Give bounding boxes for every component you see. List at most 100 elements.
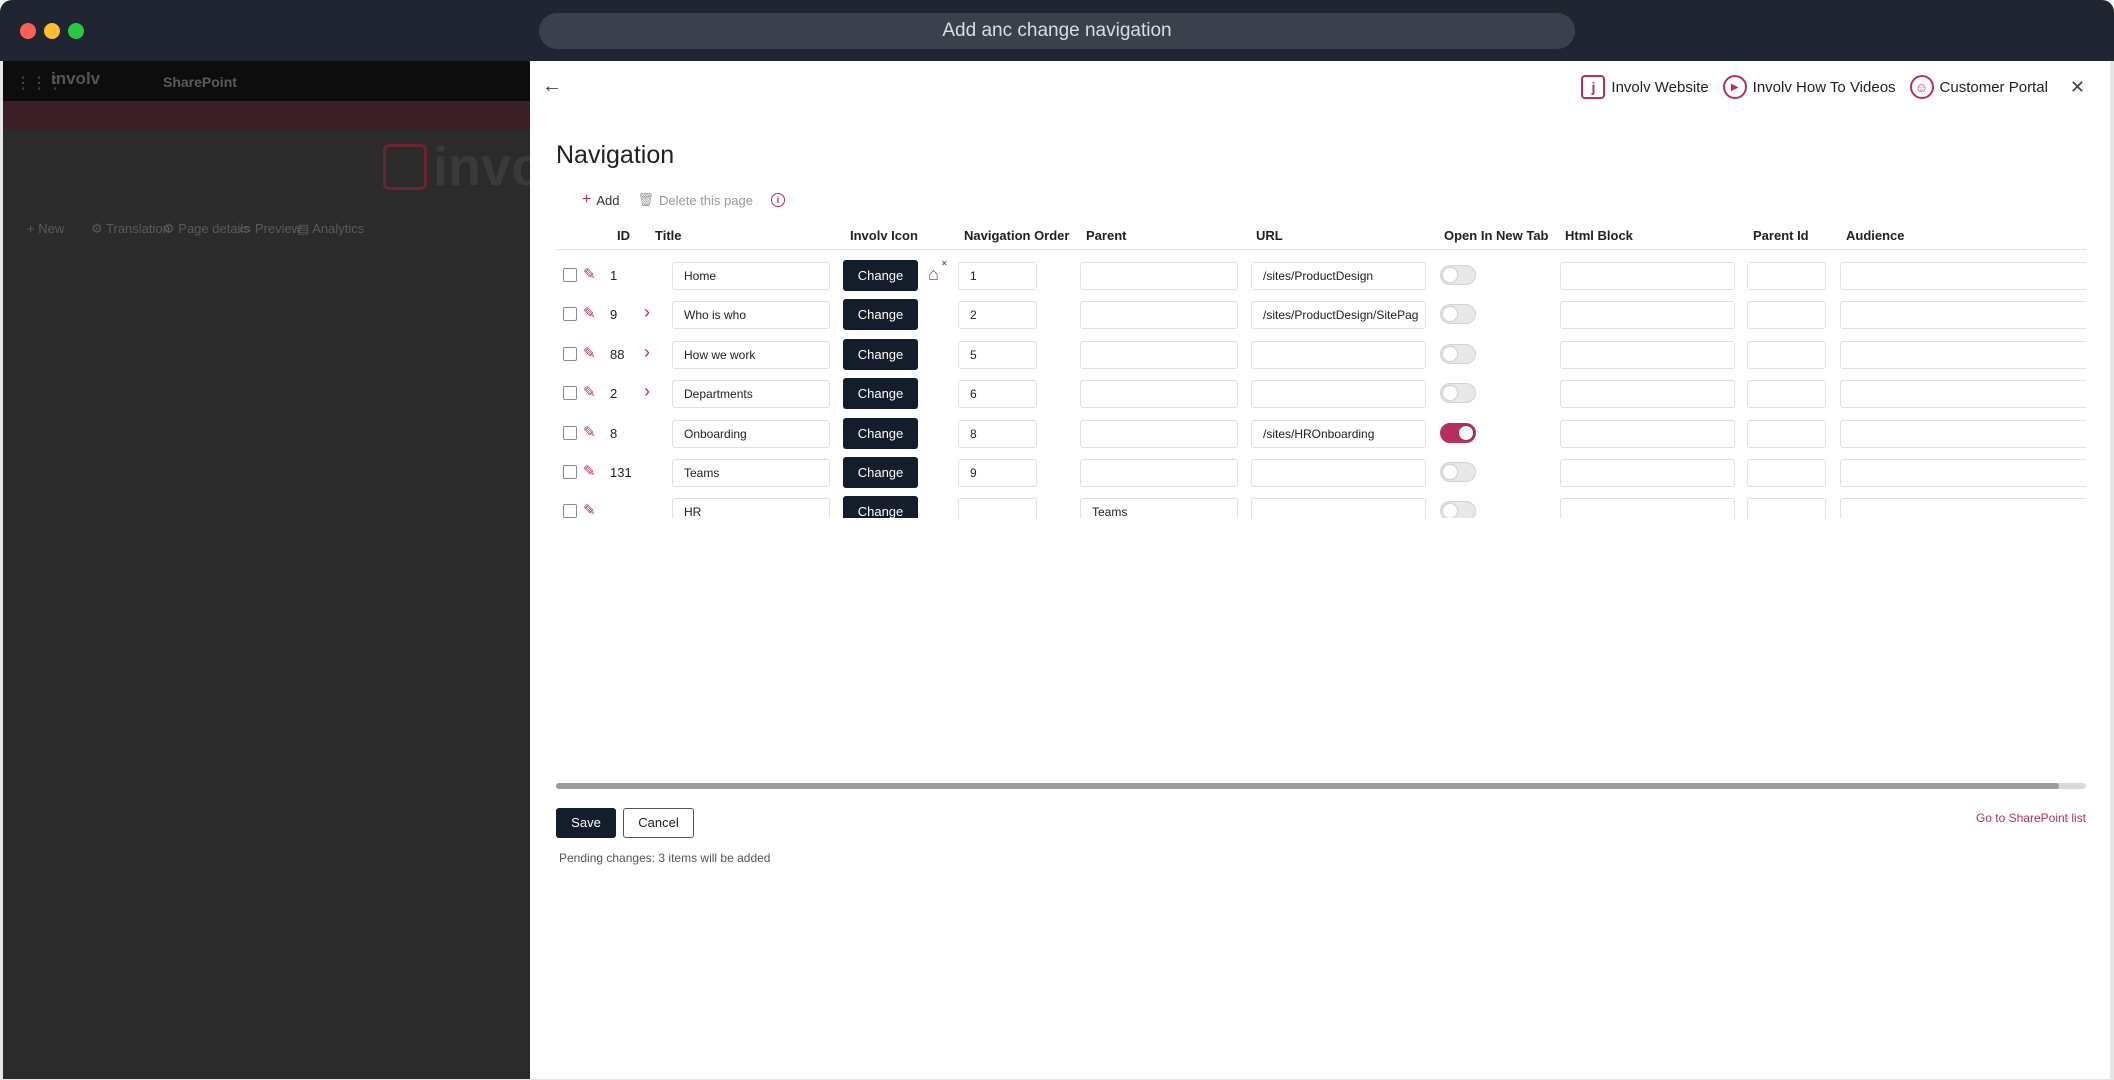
title-input[interactable]: HR xyxy=(672,498,830,518)
title-input[interactable]: Onboarding xyxy=(672,419,830,448)
remove-icon[interactable]: ✕ xyxy=(941,259,948,268)
title-input[interactable]: Departments xyxy=(672,380,830,409)
change-icon-button[interactable]: Change xyxy=(843,299,918,331)
row-checkbox[interactable] xyxy=(563,504,577,518)
audience-input[interactable] xyxy=(1840,459,2086,487)
open-new-tab-toggle[interactable] xyxy=(1440,422,1476,443)
table-row[interactable]: ✎ 1 Home Change ⌂ ✕ 1/sites/ProductDesign xyxy=(556,256,2086,295)
row-checkbox[interactable] xyxy=(563,346,577,361)
url-input[interactable]: /sites/ProductDesign xyxy=(1251,262,1426,290)
row-checkbox[interactable] xyxy=(563,425,577,440)
url-input[interactable] xyxy=(1251,380,1426,409)
html-block-input[interactable] xyxy=(1560,498,1735,518)
scrollbar-thumb[interactable] xyxy=(556,783,2059,789)
edit-icon[interactable]: ✎ xyxy=(583,383,596,401)
title-input[interactable]: Teams xyxy=(672,459,830,487)
html-block-input[interactable] xyxy=(1560,340,1735,369)
zoom-window-button[interactable] xyxy=(68,23,84,39)
parent-id-input[interactable] xyxy=(1747,419,1826,448)
customer-portal-link[interactable]: ☺ Customer Portal xyxy=(1909,75,2048,99)
edit-icon[interactable]: ✎ xyxy=(583,304,596,322)
open-new-tab-toggle[interactable] xyxy=(1440,304,1476,325)
save-button[interactable]: Save xyxy=(556,808,616,838)
table-row[interactable]: ✎ 8 Onboarding Change 8/sites/HROnboarding xyxy=(556,414,2086,453)
parent-id-input[interactable] xyxy=(1747,459,1826,487)
open-new-tab-toggle[interactable] xyxy=(1440,265,1476,285)
url-input[interactable] xyxy=(1251,498,1426,518)
add-button[interactable]: + Add xyxy=(582,191,619,209)
address-bar[interactable]: Add anc change navigation xyxy=(539,13,1575,49)
change-icon-button[interactable]: Change xyxy=(843,260,918,291)
chevron-right-icon[interactable]: › xyxy=(644,381,650,402)
navigation-order-input[interactable]: 2 xyxy=(958,301,1037,330)
parent-id-input[interactable] xyxy=(1747,301,1826,330)
open-new-tab-toggle[interactable] xyxy=(1440,462,1476,482)
open-new-tab-toggle[interactable] xyxy=(1440,343,1476,364)
parent-id-input[interactable] xyxy=(1747,498,1826,518)
change-icon-button[interactable]: Change xyxy=(843,378,918,410)
audience-input[interactable] xyxy=(1840,340,2086,369)
navigation-order-input[interactable]: 5 xyxy=(958,340,1037,369)
edit-icon[interactable]: ✎ xyxy=(583,423,596,441)
navigation-order-input[interactable] xyxy=(958,498,1037,518)
parent-input[interactable] xyxy=(1080,419,1238,448)
audience-input[interactable] xyxy=(1840,262,2086,290)
html-block-input[interactable] xyxy=(1560,459,1735,487)
close-icon[interactable]: ✕ xyxy=(2070,77,2085,98)
edit-icon[interactable]: ✎ xyxy=(583,265,596,283)
go-to-sharepoint-list-link[interactable]: Go to SharePoint list xyxy=(1976,811,2086,825)
parent-input[interactable]: Teams xyxy=(1080,498,1238,518)
row-checkbox[interactable] xyxy=(563,386,577,401)
chevron-right-icon[interactable]: › xyxy=(644,302,650,323)
back-arrow-icon[interactable]: ← xyxy=(542,75,562,98)
title-input[interactable]: How we work xyxy=(672,340,830,369)
url-input[interactable]: /sites/HROnboarding xyxy=(1251,419,1426,448)
change-icon-button[interactable]: Change xyxy=(843,496,918,518)
navigation-order-input[interactable]: 1 xyxy=(958,262,1037,290)
how-to-videos-link[interactable]: ▶ Involv How To Videos xyxy=(1722,75,1896,99)
row-checkbox[interactable] xyxy=(563,465,577,479)
parent-input[interactable] xyxy=(1080,262,1238,290)
audience-input[interactable] xyxy=(1840,498,2086,518)
table-row[interactable]: ✎ HR Change Teams xyxy=(556,492,2086,518)
change-icon-button[interactable]: Change xyxy=(843,457,918,488)
parent-id-input[interactable] xyxy=(1747,380,1826,409)
cancel-button[interactable]: Cancel xyxy=(623,808,694,838)
navigation-order-input[interactable]: 9 xyxy=(958,459,1037,487)
html-block-input[interactable] xyxy=(1560,262,1735,290)
chevron-right-icon[interactable]: › xyxy=(644,342,650,363)
html-block-input[interactable] xyxy=(1560,380,1735,409)
url-input[interactable] xyxy=(1251,340,1426,369)
table-row[interactable]: ✎ 131 Teams Change 9 xyxy=(556,453,2086,492)
audience-input[interactable] xyxy=(1840,419,2086,448)
url-input[interactable]: /sites/ProductDesign/SitePag xyxy=(1251,301,1426,330)
parent-input[interactable] xyxy=(1080,301,1238,330)
parent-id-input[interactable] xyxy=(1747,262,1826,290)
html-block-input[interactable] xyxy=(1560,301,1735,330)
open-new-tab-toggle[interactable] xyxy=(1440,383,1476,404)
edit-icon[interactable]: ✎ xyxy=(583,344,596,362)
close-window-button[interactable] xyxy=(20,23,36,39)
open-new-tab-toggle[interactable] xyxy=(1440,501,1476,518)
table-row[interactable]: ✎ 9 › Who is who Change 2/sites/ProductDesign… xyxy=(556,295,2086,334)
change-icon-button[interactable]: Change xyxy=(843,417,918,449)
edit-icon[interactable]: ✎ xyxy=(583,501,596,518)
navigation-order-input[interactable]: 8 xyxy=(958,419,1037,448)
url-input[interactable] xyxy=(1251,459,1426,487)
title-input[interactable]: Home xyxy=(672,262,830,290)
audience-input[interactable] xyxy=(1840,380,2086,409)
parent-input[interactable] xyxy=(1080,459,1238,487)
navigation-order-input[interactable]: 6 xyxy=(958,380,1037,409)
parent-input[interactable] xyxy=(1080,340,1238,369)
audience-input[interactable] xyxy=(1840,301,2086,330)
edit-icon[interactable]: ✎ xyxy=(583,462,596,480)
row-checkbox[interactable] xyxy=(563,307,577,322)
delete-page-button[interactable]: 🗑 Delete this page xyxy=(637,192,752,208)
involv-website-link[interactable]: j Involv Website xyxy=(1581,75,1709,99)
title-input[interactable]: Who is who xyxy=(672,301,830,330)
table-row[interactable]: ✎ 88 › How we work Change 5 xyxy=(556,335,2086,374)
parent-id-input[interactable] xyxy=(1747,340,1826,369)
info-icon[interactable]: i xyxy=(770,193,785,207)
row-checkbox[interactable] xyxy=(563,268,577,282)
parent-input[interactable] xyxy=(1080,380,1238,409)
